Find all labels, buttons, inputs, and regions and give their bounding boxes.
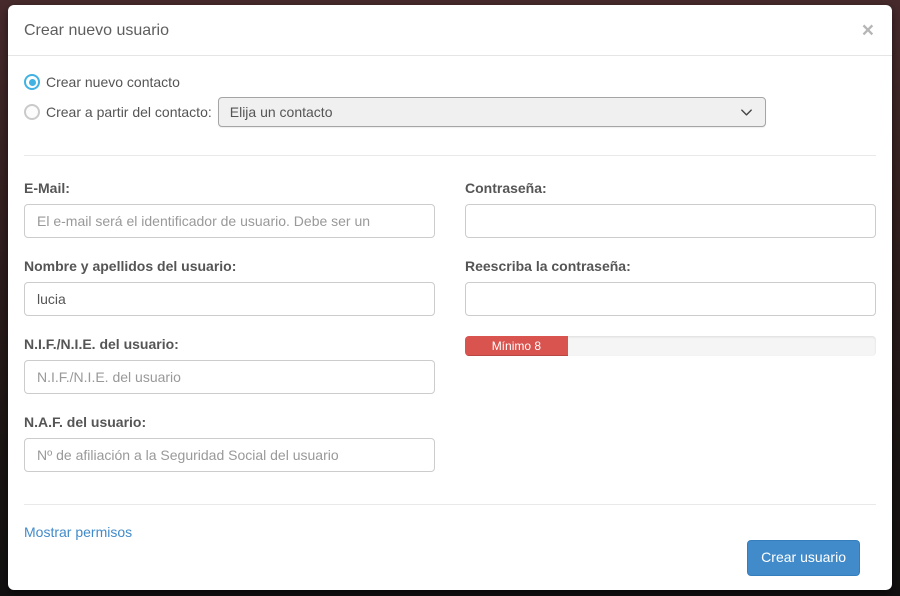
- radio-new-contact[interactable]: [24, 74, 40, 90]
- password-field-group: Contraseña:: [465, 180, 876, 238]
- password-label: Contraseña:: [465, 180, 876, 196]
- full-name-input[interactable]: [24, 282, 435, 316]
- section-divider-bottom: [24, 504, 876, 505]
- radio-row-from-contact: Crear a partir del contacto: Elija un co…: [24, 97, 876, 127]
- contact-select[interactable]: Elija un contacto: [218, 97, 766, 127]
- radio-new-contact-label: Crear nuevo contacto: [46, 74, 180, 90]
- naf-label: N.A.F. del usuario:: [24, 414, 435, 430]
- radio-from-contact[interactable]: [24, 104, 40, 120]
- password-confirm-input[interactable]: [465, 282, 876, 316]
- chevron-down-icon: [739, 105, 754, 120]
- full-name-label: Nombre y apellidos del usuario:: [24, 258, 435, 274]
- create-user-button[interactable]: Crear usuario: [747, 540, 860, 576]
- email-input[interactable]: [24, 204, 435, 238]
- password-confirm-field-group: Reescriba la contraseña:: [465, 258, 876, 316]
- form-grid: E-Mail: Nombre y apellidos del usuario: …: [24, 180, 876, 492]
- nif-input[interactable]: [24, 360, 435, 394]
- show-permissions-link[interactable]: Mostrar permisos: [24, 524, 876, 540]
- close-icon[interactable]: ×: [860, 20, 876, 41]
- full-name-field-group: Nombre y apellidos del usuario:: [24, 258, 435, 316]
- create-user-modal: Crear nuevo usuario × Crear nuevo contac…: [8, 5, 892, 590]
- modal-body: Crear nuevo contacto Crear a partir del …: [8, 56, 892, 591]
- form-column-left: E-Mail: Nombre y apellidos del usuario: …: [24, 180, 435, 492]
- page-title: Crear nuevo usuario: [24, 22, 169, 40]
- password-strength-fill: Mínimo 8: [465, 336, 568, 356]
- naf-input[interactable]: [24, 438, 435, 472]
- password-input[interactable]: [465, 204, 876, 238]
- form-column-right: Contraseña: Reescriba la contraseña: Mín…: [465, 180, 876, 492]
- nif-field-group: N.I.F./N.I.E. del usuario:: [24, 336, 435, 394]
- email-label: E-Mail:: [24, 180, 435, 196]
- modal-header: Crear nuevo usuario ×: [8, 5, 892, 56]
- modal-footer: Crear usuario: [24, 540, 876, 591]
- password-strength-bar: Mínimo 8: [465, 336, 876, 356]
- radio-row-new-contact: Crear nuevo contacto: [24, 74, 876, 90]
- password-confirm-label: Reescriba la contraseña:: [465, 258, 876, 274]
- naf-field-group: N.A.F. del usuario:: [24, 414, 435, 472]
- email-field-group: E-Mail:: [24, 180, 435, 238]
- contact-select-value: Elija un contacto: [230, 104, 333, 120]
- section-divider-top: [24, 155, 876, 156]
- nif-label: N.I.F./N.I.E. del usuario:: [24, 336, 435, 352]
- radio-from-contact-label: Crear a partir del contacto:: [46, 104, 212, 120]
